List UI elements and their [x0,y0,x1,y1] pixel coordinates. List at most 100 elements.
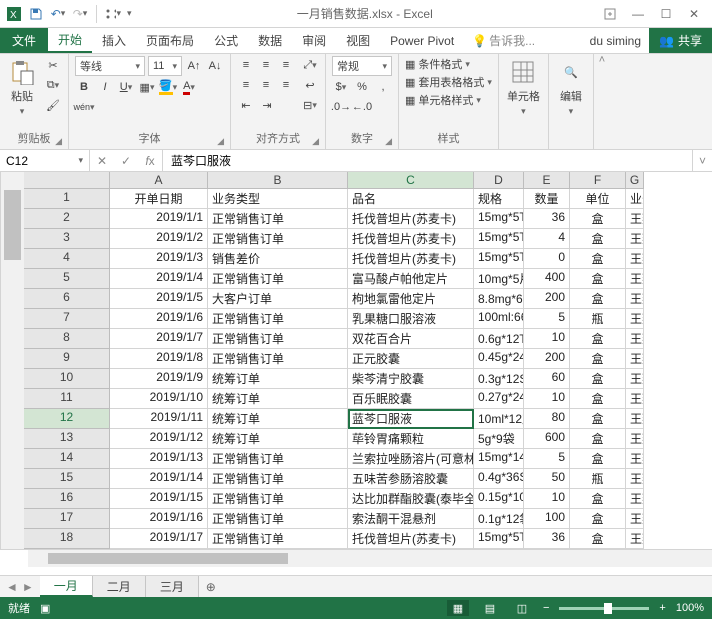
data-cell[interactable]: 统筹订单 [208,369,348,389]
data-cell[interactable]: 盒 [570,349,626,369]
header-cell[interactable]: 开单日期 [110,189,208,209]
data-cell[interactable]: 600 [524,429,570,449]
row-header[interactable]: 18 [24,529,110,549]
clipboard-dialog-icon[interactable]: ◢ [55,136,62,147]
data-cell[interactable]: 王燕 [626,409,644,429]
data-cell[interactable]: 盒 [570,229,626,249]
ribbon-options-icon[interactable] [598,4,622,24]
italic-icon[interactable]: I [96,78,114,96]
sheet-nav-prev-icon[interactable]: ◄ [6,580,18,594]
decrease-decimal-icon[interactable]: ←.0 [353,98,371,116]
data-cell[interactable]: 正元胶囊 [348,349,474,369]
sheet-tab-2[interactable]: 二月 [93,576,146,597]
row-header[interactable]: 4 [24,249,110,269]
row-header[interactable]: 10 [24,369,110,389]
row-header[interactable]: 14 [24,449,110,469]
format-painter-icon[interactable]: 🖌 [44,96,62,114]
data-cell[interactable]: 王燕 [626,429,644,449]
zoom-out-icon[interactable]: − [543,602,549,614]
tab-insert[interactable]: 插入 [92,28,136,53]
data-cell[interactable]: 50 [524,469,570,489]
data-cell[interactable]: 5 [524,449,570,469]
data-cell[interactable]: 盒 [570,429,626,449]
data-cell[interactable]: 盒 [570,409,626,429]
cond-format-button[interactable]: ▦条件格式▾ [405,56,492,72]
row-header[interactable]: 16 [24,489,110,509]
data-cell[interactable]: 正常销售订单 [208,229,348,249]
data-cell[interactable]: 王燕 [626,469,644,489]
minimize-icon[interactable]: — [626,4,650,24]
col-header[interactable]: C [348,172,474,189]
data-cell[interactable]: 2019/1/1 [110,209,208,229]
macro-record-icon[interactable]: ▣ [40,602,50,615]
cells-button[interactable]: 单元格▾ [505,56,542,119]
data-cell[interactable]: 瓶 [570,309,626,329]
data-cell[interactable]: 正常销售订单 [208,449,348,469]
data-cell[interactable]: 36 [524,209,570,229]
data-cell[interactable]: 托伐普坦片(苏麦卡) [348,249,474,269]
data-cell[interactable]: 王燕 [626,329,644,349]
formula-input[interactable]: 蓝芩口服液 [163,150,692,171]
collapse-ribbon-icon[interactable]: ˄ [594,54,610,149]
data-cell[interactable]: 五味苦参肠溶胶囊 [348,469,474,489]
data-cell[interactable]: 2019/1/2 [110,229,208,249]
data-cell[interactable]: 百乐眠胶囊 [348,389,474,409]
sheet-tab-3[interactable]: 三月 [146,576,199,597]
data-cell[interactable]: 10mg*5片 [474,269,524,289]
col-header[interactable]: A [110,172,208,189]
accounting-icon[interactable]: $▾ [332,78,350,96]
number-format-select[interactable]: 常规▾ [332,56,392,76]
increase-font-icon[interactable]: A↑ [185,57,203,75]
data-cell[interactable]: 2019/1/14 [110,469,208,489]
wrap-text-icon[interactable]: ↩ [301,76,319,94]
number-dialog-icon[interactable]: ◢ [385,136,392,147]
table-format-button[interactable]: ▦套用表格格式▾ [405,74,492,90]
data-cell[interactable]: 0.27g*24S [474,389,524,409]
data-cell[interactable]: 王燕 [626,369,644,389]
zoom-slider[interactable] [559,607,649,610]
cell-styles-button[interactable]: ▦单元格样式▾ [405,92,492,108]
font-dialog-icon[interactable]: ◢ [217,136,224,147]
data-cell[interactable]: 10 [524,489,570,509]
data-cell[interactable]: 2019/1/15 [110,489,208,509]
tab-view[interactable]: 视图 [336,28,380,53]
qat-customize[interactable]: ▾ [127,8,132,19]
data-cell[interactable]: 2019/1/13 [110,449,208,469]
phonetic-icon[interactable]: wén▾ [75,98,93,116]
col-header[interactable]: B [208,172,348,189]
data-cell[interactable]: 王燕 [626,309,644,329]
tab-home[interactable]: 开始 [48,28,92,53]
tab-file[interactable]: 文件 [0,28,48,53]
data-cell[interactable]: 正常销售订单 [208,209,348,229]
data-cell[interactable]: 正常销售订单 [208,349,348,369]
data-cell[interactable]: 5 [524,309,570,329]
align-dialog-icon[interactable]: ◢ [312,136,319,147]
data-cell[interactable]: 兰索拉唑肠溶片(可意林) [348,449,474,469]
data-cell[interactable]: 正常销售订单 [208,489,348,509]
data-cell[interactable]: 王燕 [626,509,644,529]
data-cell[interactable]: 0.45g*24S [474,349,524,369]
data-cell[interactable]: 15mg*5T [474,229,524,249]
data-cell[interactable]: 统筹订单 [208,409,348,429]
header-cell[interactable]: 业务类型 [208,189,348,209]
header-cell[interactable]: 品名 [348,189,474,209]
data-cell[interactable]: 盒 [570,329,626,349]
header-cell[interactable]: 业务员 [626,189,644,209]
orientation-icon[interactable]: ⤢▾ [301,56,319,74]
row-header[interactable]: 11 [24,389,110,409]
data-cell[interactable]: 2019/1/4 [110,269,208,289]
data-cell[interactable]: 柴芩清宁胶囊 [348,369,474,389]
name-box[interactable]: C12▾ [0,150,90,171]
data-cell[interactable]: 盒 [570,449,626,469]
data-cell[interactable]: 2019/1/16 [110,509,208,529]
data-cell[interactable]: 大客户订单 [208,289,348,309]
zoom-in-icon[interactable]: + [659,602,665,614]
data-cell[interactable]: 10 [524,329,570,349]
save-icon[interactable] [28,6,44,22]
decrease-font-icon[interactable]: A↓ [206,57,224,75]
data-cell[interactable]: 王燕 [626,389,644,409]
data-cell[interactable]: 盒 [570,509,626,529]
sheet-tab-1[interactable]: 一月 [40,576,93,597]
data-cell[interactable]: 王燕 [626,349,644,369]
data-cell[interactable]: 200 [524,349,570,369]
